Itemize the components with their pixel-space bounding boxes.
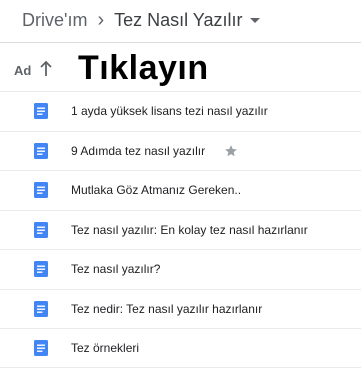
breadcrumb-current-folder[interactable]: Tez Nasıl Yazılır bbox=[114, 10, 242, 31]
file-name: 1 ayda yüksek lisans tezi nasıl yazılır bbox=[71, 104, 268, 119]
file-name: Tez nasıl yazılır? bbox=[71, 262, 161, 277]
breadcrumb-separator: › bbox=[97, 8, 105, 31]
file-row[interactable]: Mutlaka Göz Atmanız Gereken.. bbox=[0, 170, 361, 210]
breadcrumb: Drive'ım › Tez Nasıl Yazılır bbox=[0, 0, 361, 40]
file-name: Mutlaka Göz Atmanız Gereken.. bbox=[71, 183, 242, 198]
google-docs-icon bbox=[34, 300, 48, 317]
file-name: 9 Adımda tez nasıl yazılır bbox=[71, 143, 206, 158]
column-header-name[interactable]: Ad bbox=[14, 63, 31, 78]
file-name: Tez nedir: Tez nasıl yazılır hazırlanır bbox=[71, 301, 263, 316]
breadcrumb-my-drive[interactable]: Drive'ım bbox=[22, 10, 87, 31]
file-name: Tez örnekleri bbox=[71, 340, 140, 355]
list-header: Ad Tıklayın bbox=[0, 43, 361, 93]
click-here-overlay-text: Tıklayın bbox=[78, 49, 209, 87]
google-docs-icon bbox=[34, 142, 48, 159]
file-name: Tez nasıl yazılır: En kolay tez nasıl ha… bbox=[71, 222, 308, 237]
file-row[interactable]: Tez nasıl yazılır: En kolay tez nasıl ha… bbox=[0, 209, 361, 250]
file-row[interactable]: Tez nasıl yazılır? bbox=[0, 249, 361, 289]
sort-ascending-arrow-icon[interactable] bbox=[39, 60, 53, 78]
google-docs-icon bbox=[34, 103, 48, 120]
file-row[interactable]: 9 Adımda tez nasıl yazılır bbox=[0, 130, 361, 171]
google-docs-icon bbox=[34, 339, 48, 356]
folder-menu-caret-icon[interactable] bbox=[250, 17, 261, 23]
file-row[interactable]: Tez örnekleri bbox=[0, 328, 361, 368]
google-docs-icon bbox=[34, 221, 48, 238]
star-icon[interactable] bbox=[224, 144, 238, 158]
google-docs-icon bbox=[34, 182, 48, 199]
google-docs-icon bbox=[34, 261, 48, 278]
file-row[interactable]: 1 ayda yüksek lisans tezi nasıl yazılır bbox=[0, 91, 361, 131]
file-row[interactable]: Tez nedir: Tez nasıl yazılır hazırlanır bbox=[0, 288, 361, 329]
file-list: 1 ayda yüksek lisans tezi nasıl yazılır 9… bbox=[0, 91, 361, 368]
